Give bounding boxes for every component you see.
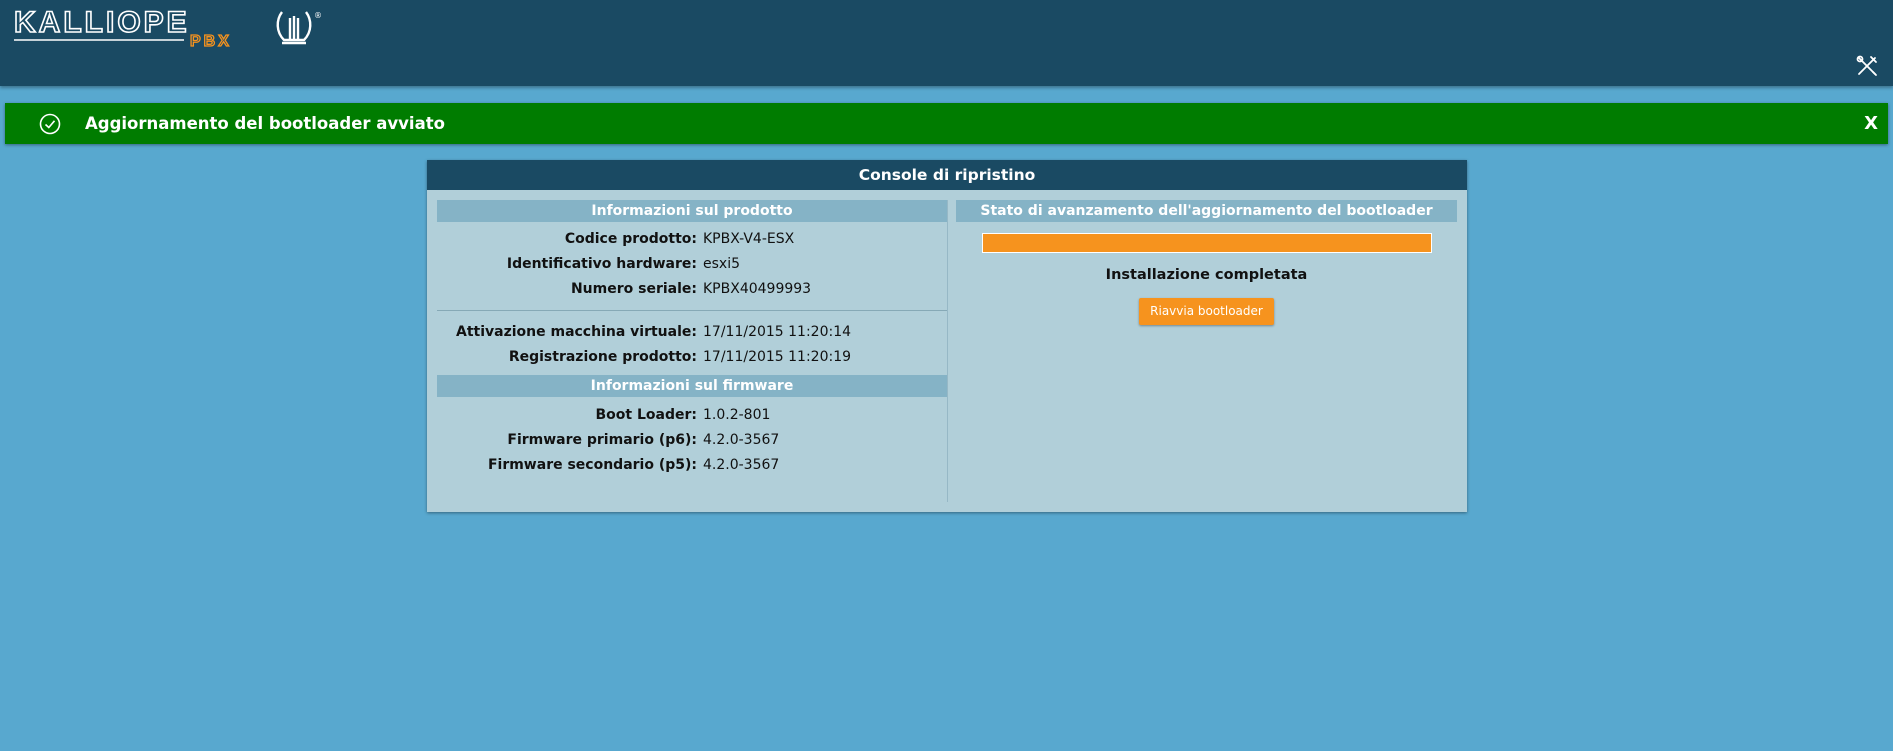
- info-row-vm-activation: Attivazione macchina virtuale: 17/11/201…: [437, 320, 947, 345]
- bootloader-progress-column: Stato di avanzamento dell'aggiornamento …: [956, 200, 1457, 325]
- info-row-product-registration: Registrazione prodotto: 17/11/2015 11:20…: [437, 345, 947, 370]
- info-label: Boot Loader:: [595, 407, 697, 423]
- info-row-primary-firmware: Firmware primario (p6): 4.2.0-3567: [437, 428, 947, 453]
- info-label: Firmware secondario (p5):: [487, 457, 697, 473]
- info-label: Registrazione prodotto:: [508, 349, 697, 365]
- lyre-icon: [276, 11, 312, 45]
- info-value: esxi5: [703, 256, 740, 272]
- info-row-secondary-firmware: Firmware secondario (p5): 4.2.0-3567: [437, 453, 947, 478]
- info-value: 1.0.2-801: [703, 407, 771, 423]
- info-row-serial-number: Numero seriale: KPBX40499993: [437, 277, 947, 302]
- logo-subtext: PBX: [190, 33, 232, 50]
- info-value: 17/11/2015 11:20:14: [703, 324, 852, 340]
- success-alert: Aggiornamento del bootloader avviato X: [5, 103, 1888, 144]
- info-value: 4.2.0-3567: [703, 457, 780, 473]
- divider: [437, 310, 947, 311]
- svg-text:®: ®: [314, 11, 322, 20]
- info-value: 4.2.0-3567: [703, 432, 780, 448]
- kalliope-pbx-logo: KALLIOPE PBX ®: [14, 6, 322, 50]
- logo-text: KALLIOPE: [14, 6, 190, 39]
- info-label: Identificativo hardware:: [506, 256, 697, 272]
- info-value: KPBX40499993: [703, 281, 812, 297]
- info-label: Numero seriale:: [570, 281, 697, 297]
- info-value: 17/11/2015 11:20:19: [703, 349, 852, 365]
- info-label: Attivazione macchina virtuale:: [455, 324, 697, 340]
- column-divider: [947, 200, 948, 502]
- progress-bar: [981, 233, 1432, 253]
- top-bar: KALLIOPE PBX ®: [0, 0, 1893, 86]
- panel-title: Console di ripristino: [427, 160, 1467, 190]
- tools-icon[interactable]: [1855, 54, 1879, 78]
- firmware-info-title: Informazioni sul firmware: [437, 375, 947, 397]
- progress-section-title: Stato di avanzamento dell'aggiornamento …: [956, 200, 1457, 222]
- status-text: Installazione completata: [1105, 267, 1308, 283]
- alert-message: Aggiornamento del bootloader avviato: [85, 114, 445, 133]
- info-row-hardware-id: Identificativo hardware: esxi5: [437, 252, 947, 277]
- product-info-column: Informazioni sul prodotto Codice prodott…: [437, 200, 947, 478]
- info-label: Codice prodotto:: [564, 231, 697, 247]
- recovery-console-panel: Console di ripristino Informazioni sul p…: [427, 160, 1467, 512]
- alert-close-button[interactable]: X: [1864, 103, 1878, 144]
- restart-bootloader-button[interactable]: Riavvia bootloader: [1139, 298, 1274, 325]
- product-info-title: Informazioni sul prodotto: [437, 200, 947, 222]
- info-row-boot-loader: Boot Loader: 1.0.2-801: [437, 403, 947, 428]
- info-value: KPBX-V4-ESX: [703, 231, 795, 247]
- info-row-product-code: Codice prodotto: KPBX-V4-ESX: [437, 227, 947, 252]
- check-circle-icon: [39, 113, 61, 135]
- info-label: Firmware primario (p6):: [507, 432, 697, 448]
